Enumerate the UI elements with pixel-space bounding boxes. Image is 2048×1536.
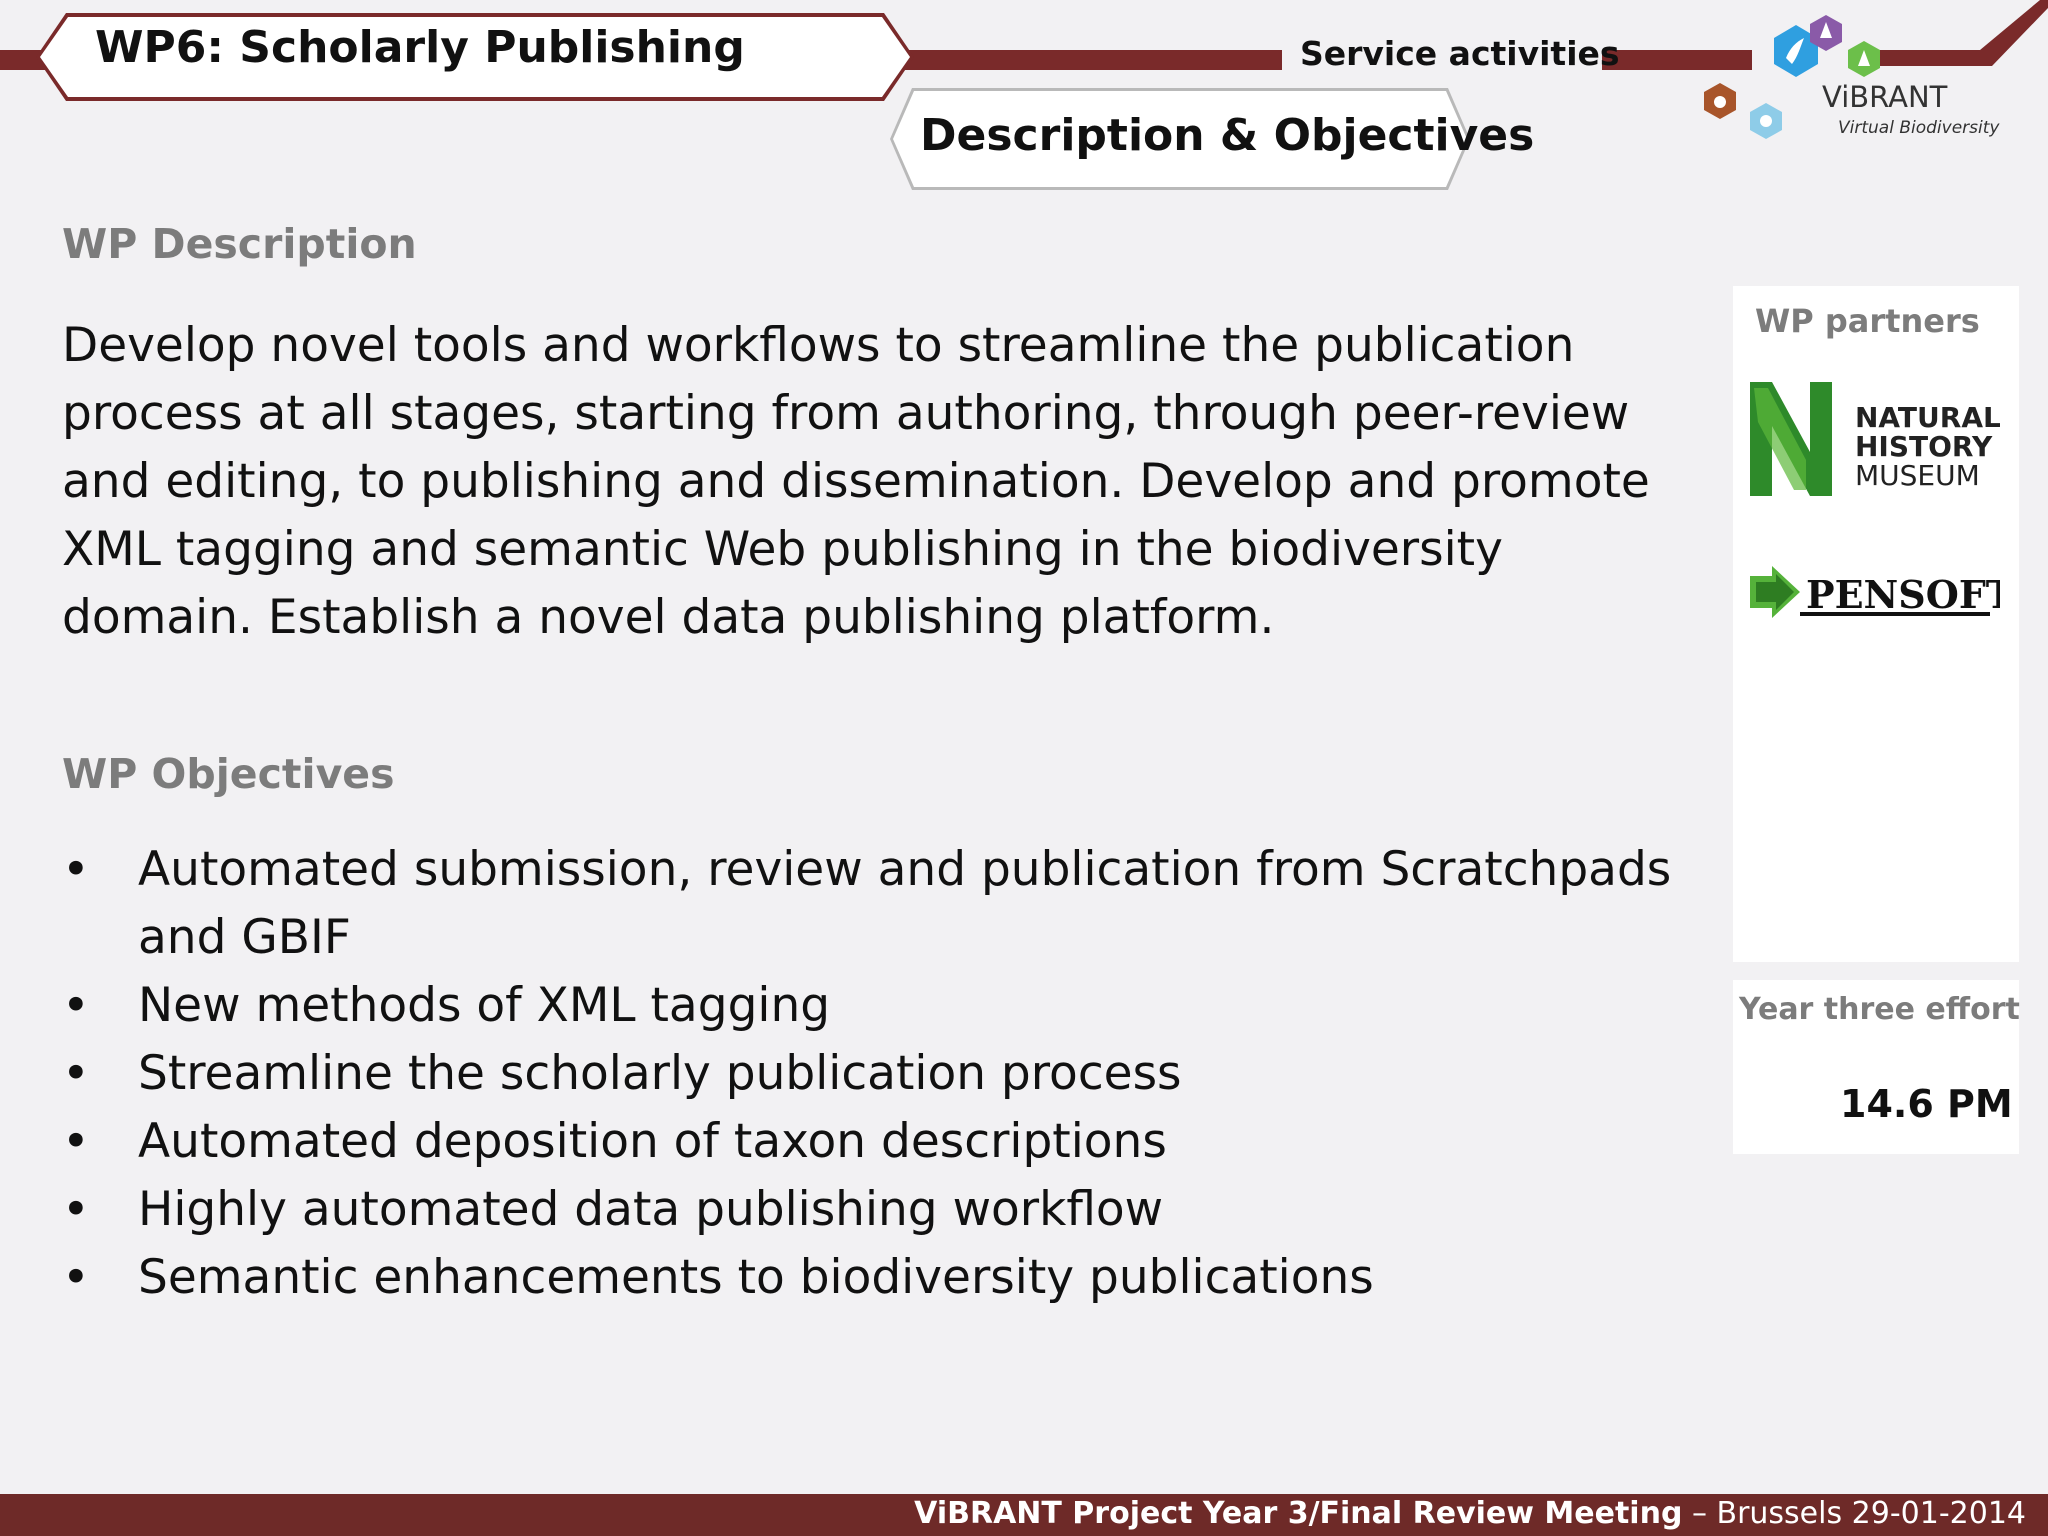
header-rule-middle xyxy=(900,50,1282,70)
pensoft-wordmark: PENSOFT xyxy=(1806,572,2000,617)
nhm-logo-icon: NATURAL HISTORY MUSEUM xyxy=(1750,382,2000,496)
description-text: Develop novel tools and workflows to str… xyxy=(62,318,1650,645)
page-title: WP6: Scholarly Publishing xyxy=(95,22,745,73)
effort-label: Year three effort xyxy=(1739,992,2020,1027)
objectives-heading: WP Objectives xyxy=(62,750,395,798)
effort-value: 14.6 PM xyxy=(1840,1082,2013,1126)
bullet-icon: • xyxy=(62,1114,90,1169)
list-item-text: Automated deposition of taxon descriptio… xyxy=(138,1114,1167,1169)
list-item: • New methods of XML tagging xyxy=(62,972,1702,1040)
list-item-text: Highly automated data publishing workflo… xyxy=(138,1182,1164,1237)
bullet-icon: • xyxy=(62,1182,90,1237)
partners-label: WP partners xyxy=(1755,302,1980,340)
header-corner-line xyxy=(1880,0,2048,66)
bullet-icon: • xyxy=(62,1046,90,1101)
logo-name: ViBRANT xyxy=(1822,80,1948,114)
subtitle-tab-label: Description & Objectives xyxy=(920,110,1535,161)
nhm-line-3: MUSEUM xyxy=(1855,459,1980,492)
list-item: • Highly automated data publishing workfl… xyxy=(62,1176,1702,1244)
list-item-text: Semantic enhancements to biodiversity pu… xyxy=(138,1250,1374,1305)
list-item: • Streamline the scholarly publication pr… xyxy=(62,1040,1702,1108)
logo-subtitle: Virtual Biodiversity xyxy=(1838,118,2000,138)
list-item-text: Automated submission, review and publica… xyxy=(138,842,1672,965)
list-item: • Semantic enhancements to biodiversity p… xyxy=(62,1244,1702,1312)
pensoft-logo-icon: PENSOFT xyxy=(1750,566,2000,618)
footer-text: ViBRANT Project Year 3/Final Review Meet… xyxy=(914,1496,2026,1531)
section-label: Service activities xyxy=(1300,34,1620,73)
list-item-text: New methods of XML tagging xyxy=(138,978,831,1033)
bullet-icon: • xyxy=(62,1250,90,1305)
list-item: • Automated submission, review and public… xyxy=(62,836,1702,972)
bullet-icon: • xyxy=(62,978,90,1033)
objectives-list: • Automated submission, review and public… xyxy=(62,836,1702,1312)
list-item-text: Streamline the scholarly publication pro… xyxy=(138,1046,1182,1101)
footer-meeting: ViBRANT Project Year 3/Final Review Meet… xyxy=(914,1496,1683,1531)
bullet-icon: • xyxy=(62,842,90,897)
footer-place-date: – Brussels 29-01-2014 xyxy=(1682,1496,2026,1531)
list-item: • Automated deposition of taxon descripti… xyxy=(62,1108,1702,1176)
description-heading: WP Description xyxy=(62,220,417,268)
